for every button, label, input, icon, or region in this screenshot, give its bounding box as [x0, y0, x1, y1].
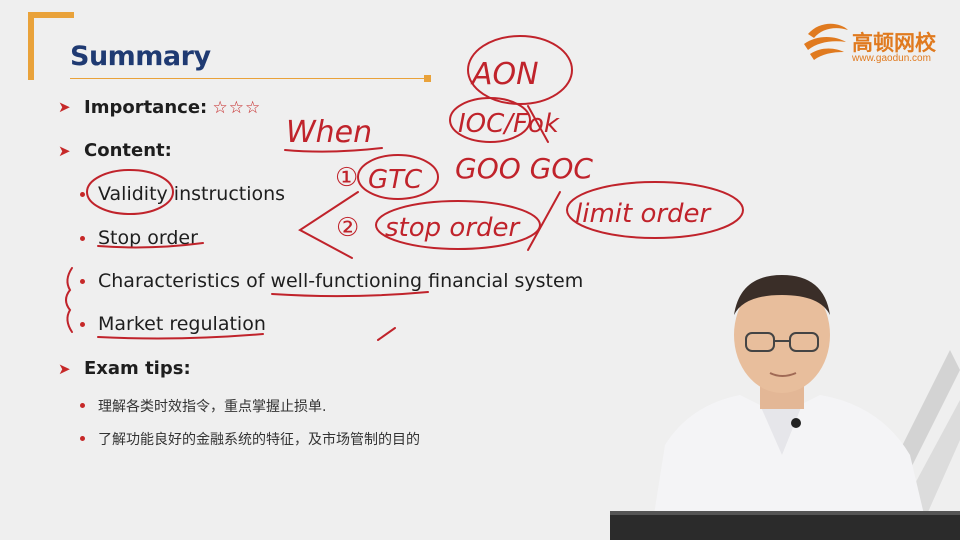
well-functioning-underline: [271, 291, 429, 298]
hw-gtc: GTC: [368, 165, 423, 195]
validity-circle: [86, 169, 174, 215]
market-regulation-underline: [97, 333, 264, 340]
hw-limit-order: limit order: [575, 199, 713, 229]
lecture-slide: Summary 高顿网校 www.gaodun.com ➤ Importance…: [0, 0, 960, 540]
presenter-video: [610, 275, 960, 540]
hw-aon: AON: [470, 57, 539, 92]
side-brace: [65, 267, 73, 333]
stop-order-underline: [97, 242, 204, 249]
hw-circle-one: ①: [335, 163, 358, 193]
hw-circle-two: ②: [336, 213, 359, 243]
hw-when: When: [286, 115, 372, 150]
hw-ioc-fok: IOC/Fok: [458, 109, 560, 139]
slash-mark: [527, 191, 561, 251]
tick-mark: [377, 327, 396, 341]
hw-stop-order: stop order: [385, 213, 522, 243]
hw-goo-goc: GOO GOC: [455, 152, 593, 185]
